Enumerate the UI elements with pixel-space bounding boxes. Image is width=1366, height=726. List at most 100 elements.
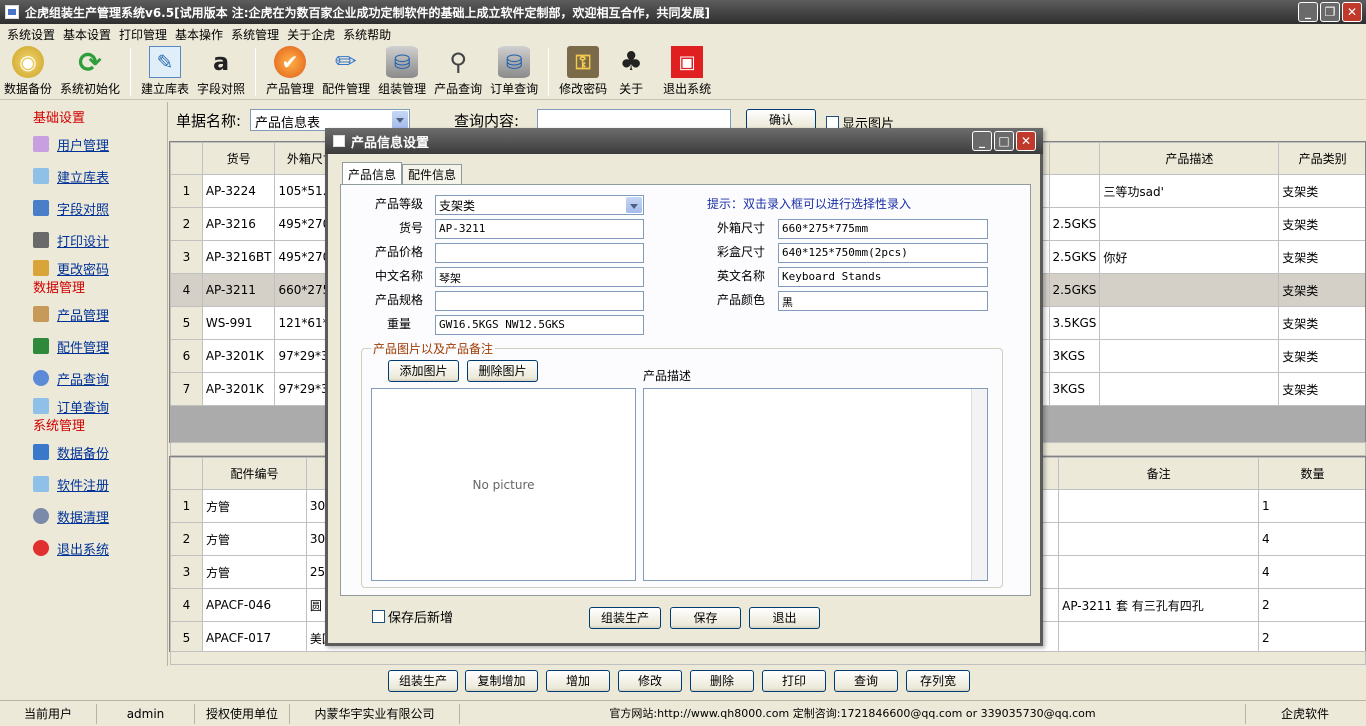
desc-label: 产品描述 <box>643 369 692 383</box>
sidebar-item-products[interactable]: 产品管理 <box>0 298 167 330</box>
maximize-button[interactable]: ❐ <box>1320 2 1340 22</box>
edit-button[interactable]: 修改 <box>618 670 682 692</box>
dialog-close-button[interactable]: ✕ <box>1016 131 1036 151</box>
sidebar-item-pwd[interactable]: 更改密码 <box>0 256 167 280</box>
clean-icon <box>33 508 49 524</box>
toolbar-build-db-button[interactable]: ✎ 建立库表 <box>137 44 193 98</box>
key-icon <box>33 260 49 276</box>
col-qty[interactable]: 数量 <box>1258 457 1365 490</box>
delete-button[interactable]: 删除 <box>690 670 754 692</box>
copy-add-button[interactable]: 复制增加 <box>465 670 538 692</box>
toolbar-order-query-button[interactable]: ⛁ 订单查询 <box>486 44 542 98</box>
toolbar-backup-button[interactable]: ◉ 数据备份 <box>0 44 56 98</box>
toolbar-change-pwd-button[interactable]: ⚿ 修改密码 <box>555 44 611 98</box>
sidebar-item-product-query[interactable]: 产品查询 <box>0 362 167 394</box>
hint-text: 提示：双击录入框可以进行选择性录入 <box>707 197 912 211</box>
toolbar-products-button[interactable]: ✔ 产品管理 <box>262 44 318 98</box>
assemble-button[interactable]: 组装生产 <box>388 670 458 692</box>
box-size-label: 彩盒尺寸 <box>716 245 765 259</box>
database-icon: ⛁ <box>386 46 419 78</box>
image-preview[interactable]: No picture <box>371 388 636 581</box>
spec-input[interactable] <box>435 291 644 311</box>
description-textarea[interactable] <box>643 388 988 581</box>
color-input[interactable]: 黑 <box>778 291 988 311</box>
query-button[interactable]: 查询 <box>834 670 898 692</box>
users-icon <box>33 136 49 152</box>
tab-parts-info[interactable]: 配件信息 <box>402 164 463 184</box>
col-note[interactable]: 备注 <box>1058 457 1260 490</box>
toolbar-exit-button[interactable]: ▣ 退出系统 <box>651 44 723 98</box>
status-bar: 当前用户 admin 授权使用单位 内蒙华宇实业有限公司 官方网站:http:/… <box>0 700 1366 726</box>
cn-name-input[interactable]: 琴架 <box>435 267 644 287</box>
images-group-title: 产品图片以及产品备注 <box>371 340 496 357</box>
box-size-input[interactable]: 640*125*750mm(2pcs) <box>778 243 988 263</box>
menu-bar: 系统设置 基本设置 打印管理 基本操作 系统管理 关于企虎 系统帮助 <box>0 24 1366 44</box>
toolbar-assembly-button[interactable]: ⛁ 组装管理 <box>374 44 430 98</box>
col-desc[interactable]: 产品描述 <box>1099 142 1280 175</box>
print-button[interactable]: 打印 <box>762 670 826 692</box>
description-scrollbar[interactable] <box>971 389 987 580</box>
toolbar: ◉ 数据备份 ⟳ 系统初始化 ✎ 建立库表 a 字段对照 ✔ 产品管理 ✏ 配件… <box>0 44 1366 100</box>
magnifier-icon <box>33 370 49 386</box>
dialog-save-button[interactable]: 保存 <box>670 607 741 629</box>
price-label: 产品价格 <box>374 245 423 259</box>
minimize-button[interactable]: _ <box>1298 2 1318 22</box>
list-icon <box>33 200 49 216</box>
box-icon <box>33 306 49 322</box>
app-icon <box>5 5 19 19</box>
dialog-exit-button[interactable]: 退出 <box>749 607 820 629</box>
col-code[interactable]: 货号 <box>201 142 276 175</box>
sidebar-item-users[interactable]: 用户管理 <box>0 128 167 160</box>
sidebar-item-register[interactable]: 软件注册 <box>0 468 167 500</box>
weight-input[interactable]: GW16.5KGS NW12.5GKS <box>435 315 644 335</box>
menu-system-settings[interactable]: 系统设置 <box>3 26 59 43</box>
printer-icon <box>33 232 49 248</box>
book-icon <box>33 338 49 354</box>
add-button[interactable]: 增加 <box>546 670 610 692</box>
menu-about[interactable]: 关于企虎 <box>283 26 339 43</box>
menu-basic-ops[interactable]: 基本操作 <box>171 26 227 43</box>
save-new-checkbox[interactable]: 保存后新增 <box>372 607 453 626</box>
dialog-assemble-button[interactable]: 组装生产 <box>589 607 661 629</box>
delete-image-button[interactable]: 删除图片 <box>467 360 538 382</box>
sidebar-item-clean[interactable]: 数据清理 <box>0 500 167 532</box>
app-title: 企虎组装生产管理系统v6.5[试用版本 注:企虎在为数百家企业成功定制软件的基础… <box>25 5 711 20</box>
menu-print[interactable]: 打印管理 <box>115 26 171 43</box>
outer-size-input[interactable]: 660*275*775mm <box>778 219 988 239</box>
sidebar-item-order-query[interactable]: 订单查询 <box>0 394 167 418</box>
sidebar-item-fields[interactable]: 字段对照 <box>0 192 167 224</box>
close-button[interactable]: ✕ <box>1342 2 1362 22</box>
toolbar-parts-button[interactable]: ✏ 配件管理 <box>318 44 374 98</box>
price-input[interactable] <box>435 243 644 263</box>
toolbar-init-button[interactable]: ⟳ 系统初始化 <box>56 44 124 98</box>
add-image-button[interactable]: 添加图片 <box>388 360 459 382</box>
col-part-no[interactable]: 配件编号 <box>201 457 307 490</box>
menu-system-mgmt[interactable]: 系统管理 <box>227 26 283 43</box>
sidebar-group-basic: 基础设置 <box>33 111 86 126</box>
code-label: 货号 <box>398 221 423 235</box>
toolbar-about-button[interactable]: ♣ 关于 <box>611 44 651 98</box>
dialog-minimize-button[interactable]: _ <box>972 131 992 151</box>
sidebar-item-exit[interactable]: 退出系统 <box>0 532 167 564</box>
chevron-down-icon <box>626 197 642 213</box>
weight-label: 重量 <box>386 317 411 331</box>
toolbar-fields-button[interactable]: a 字段对照 <box>193 44 249 98</box>
magnifier-icon: ⚲ <box>449 48 467 76</box>
save-col-width-button[interactable]: 存列宽 <box>906 670 970 692</box>
status-user: admin <box>97 703 195 724</box>
tab-product-info[interactable]: 产品信息 <box>342 162 403 184</box>
dialog-maximize-button[interactable]: □ <box>994 131 1014 151</box>
sidebar-item-build-db[interactable]: 建立库表 <box>0 160 167 192</box>
menu-basic-settings[interactable]: 基本设置 <box>59 26 115 43</box>
sidebar-item-parts[interactable]: 配件管理 <box>0 330 167 362</box>
code-input[interactable]: AP-3211 <box>435 219 644 239</box>
sidebar-item-print[interactable]: 打印设计 <box>0 224 167 256</box>
toolbar-product-query-button[interactable]: ⚲ 产品查询 <box>430 44 486 98</box>
en-name-input[interactable]: Keyboard Stands <box>778 267 988 287</box>
sidebar-item-backup[interactable]: 数据备份 <box>0 436 167 468</box>
grade-select[interactable]: 支架类 <box>435 195 644 215</box>
menu-help[interactable]: 系统帮助 <box>339 26 395 43</box>
bottom-grid-scrollbar[interactable] <box>170 651 1366 665</box>
col-category[interactable]: 产品类别 <box>1278 142 1365 175</box>
register-icon <box>33 476 49 492</box>
